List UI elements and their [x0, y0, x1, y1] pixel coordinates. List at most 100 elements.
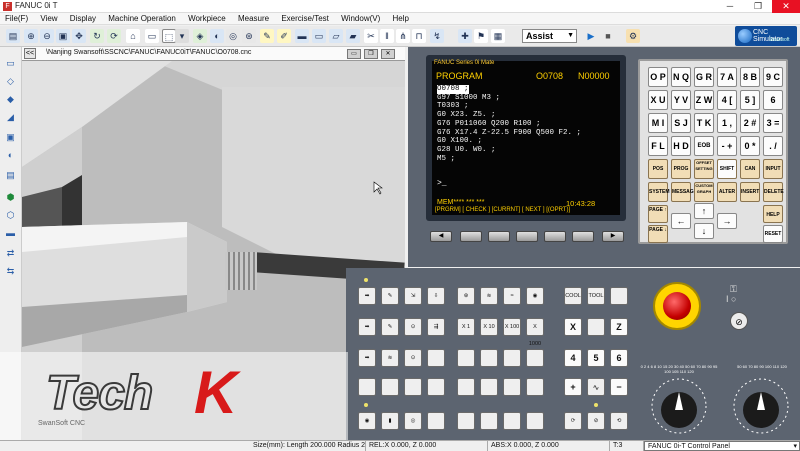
move-icon[interactable]: ⇄: [4, 247, 17, 259]
num-4-button[interactable]: 4: [564, 349, 582, 367]
single-block-button[interactable]: ➡: [358, 318, 376, 336]
save-icon[interactable]: ▤: [6, 29, 20, 43]
eraser-icon[interactable]: ◇: [4, 75, 17, 87]
num-5-button[interactable]: 5: [587, 349, 605, 367]
handwheel-mode-button[interactable]: ◉: [526, 287, 544, 305]
blank-button[interactable]: [427, 349, 445, 367]
view-minimize-button[interactable]: ▭: [347, 49, 361, 59]
input-button[interactable]: INPUT: [763, 159, 783, 179]
blank-button[interactable]: [526, 412, 544, 430]
play-icon[interactable]: ▶: [584, 29, 598, 43]
chuck-icon[interactable]: ⊛: [242, 29, 256, 43]
fit-icon[interactable]: ⬚: [162, 29, 176, 43]
slot-icon[interactable]: ‖: [380, 29, 394, 43]
key-h[interactable]: H D: [671, 136, 691, 156]
page-up-button[interactable]: PAGE ↑: [648, 205, 668, 223]
axis-x-button[interactable]: X: [564, 318, 582, 336]
delete-button[interactable]: DELETE: [763, 182, 784, 202]
key-s[interactable]: S J: [671, 113, 691, 133]
program-protect-switch[interactable]: ⊘: [730, 312, 748, 330]
maximize-button[interactable]: ❐: [744, 0, 772, 13]
blank-button[interactable]: [404, 378, 422, 396]
menu-machine-operation[interactable]: Machine Operation: [103, 13, 181, 25]
rotate-icon[interactable]: ↻: [90, 29, 104, 43]
measure-icon[interactable]: ✎: [260, 29, 274, 43]
insert-button[interactable]: INSERT: [740, 182, 760, 202]
pos-button[interactable]: POS: [648, 159, 668, 179]
lock-icon[interactable]: ⊓: [412, 29, 426, 43]
diamond-icon[interactable]: ◆: [4, 93, 17, 105]
blank-button[interactable]: [526, 349, 544, 367]
mdi-mode-button[interactable]: ⇲: [404, 287, 422, 305]
step-x1-button[interactable]: X 1: [457, 318, 475, 336]
blank-button[interactable]: [480, 412, 498, 430]
clamp-icon[interactable]: ⋔: [396, 29, 410, 43]
blank-button[interactable]: [457, 349, 475, 367]
softkey-right-button[interactable]: ▶: [602, 231, 624, 242]
menu-view[interactable]: View: [35, 13, 62, 25]
spindle-override-dial[interactable]: [728, 370, 794, 436]
ref-return-button[interactable]: ⊛: [457, 287, 475, 305]
alter-button[interactable]: ALTER: [717, 182, 737, 202]
key-3[interactable]: 3 =: [763, 113, 783, 133]
blank-button[interactable]: [427, 378, 445, 396]
auto-mode-button[interactable]: ➡: [358, 287, 376, 305]
collapse-button[interactable]: <<: [24, 48, 36, 59]
edit-mode-button[interactable]: ✎: [381, 287, 399, 305]
system-button[interactable]: SYSTEM: [648, 182, 670, 202]
blank-button[interactable]: [610, 287, 628, 305]
menu-exercise-test[interactable]: Exercise/Test: [276, 13, 334, 25]
restart-button[interactable]: ⇶: [427, 318, 445, 336]
emergency-stop-button[interactable]: [653, 282, 701, 330]
drill-icon[interactable]: ✂: [364, 29, 378, 43]
key-z[interactable]: Z W: [694, 90, 714, 110]
select-icon[interactable]: ▭: [4, 57, 17, 69]
spindle-cw-button[interactable]: ⟳: [564, 412, 582, 430]
blank-button[interactable]: [358, 378, 376, 396]
tailstock-icon[interactable]: ▬: [295, 29, 309, 43]
dnc-mode-button[interactable]: ⇩: [427, 287, 445, 305]
cursor-left-button[interactable]: ←: [671, 213, 691, 229]
cursor-right-button[interactable]: →: [717, 213, 737, 229]
machine-lock-button[interactable]: ≋: [381, 349, 399, 367]
softkey-left-button[interactable]: ◀: [430, 231, 452, 242]
cylinder-icon[interactable]: ▱: [329, 29, 343, 43]
aux-lock-button[interactable]: ⊙: [404, 349, 422, 367]
key-eob[interactable]: EOB E: [694, 136, 714, 168]
cycle-start-button[interactable]: ◉: [358, 412, 376, 430]
menu-workpiece[interactable]: Workpiece: [183, 13, 231, 25]
cube2-icon[interactable]: ⬡: [4, 209, 17, 221]
cool-button[interactable]: COOL: [564, 287, 582, 305]
key-7[interactable]: 7 A: [717, 67, 737, 87]
zoom-window-icon[interactable]: ▣: [56, 29, 70, 43]
key-o[interactable]: O P: [648, 67, 668, 87]
refresh-icon[interactable]: ⟳: [107, 29, 121, 43]
blank-button[interactable]: [503, 378, 521, 396]
key-f[interactable]: F L: [648, 136, 668, 156]
spindle-stop-button[interactable]: ⊘: [587, 412, 605, 430]
prog-button[interactable]: PROG: [671, 159, 691, 179]
offset-setting-button[interactable]: OFFSET SETTING: [694, 159, 714, 179]
flag-icon[interactable]: ⚑: [474, 29, 488, 43]
jog-button[interactable]: ≋: [480, 287, 498, 305]
key-minus[interactable]: - +: [717, 136, 737, 156]
rapid-button[interactable]: ∿: [587, 378, 605, 396]
view-close-button[interactable]: ✕: [381, 49, 395, 59]
message-button[interactable]: MESSAGE: [671, 182, 697, 202]
plus-button[interactable]: +: [564, 378, 582, 396]
assist-select[interactable]: Assist ▼: [522, 29, 577, 43]
shift-button[interactable]: SHIFT: [717, 159, 737, 179]
zoom-icon[interactable]: ⊕: [24, 29, 38, 43]
blank-button[interactable]: [480, 349, 498, 367]
help-button[interactable]: HELP: [763, 205, 783, 223]
minus-button[interactable]: −: [610, 378, 628, 396]
softkey-4-button[interactable]: [544, 231, 566, 242]
key-1[interactable]: 1 ,: [717, 113, 737, 133]
blank-button[interactable]: [503, 349, 521, 367]
close-button[interactable]: ✕: [772, 0, 800, 13]
key-n[interactable]: N Q: [671, 67, 691, 87]
blank-button[interactable]: [457, 378, 475, 396]
brush-icon[interactable]: ◢: [4, 111, 17, 123]
menu-file[interactable]: File(F): [0, 13, 33, 25]
inc-jog-button[interactable]: ≈: [503, 287, 521, 305]
